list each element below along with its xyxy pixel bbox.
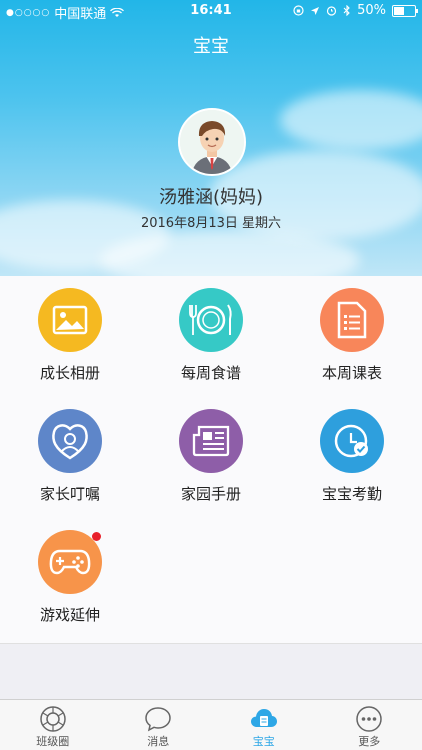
plate-utensils-icon <box>189 304 232 335</box>
clock-check-icon <box>334 424 368 458</box>
battery-percent: 50% <box>357 3 386 18</box>
tab-bar: 班级圈 消息 宝宝 更多 <box>0 699 422 750</box>
location-arrow-icon <box>311 6 320 15</box>
grid-item-home-school-handbook[interactable]: 家园手册 <box>141 397 281 517</box>
tab-baby[interactable]: 宝宝 <box>211 700 317 750</box>
grid-icon-bg <box>38 288 102 352</box>
grid-item-game-extension[interactable]: 游戏延伸 <box>0 518 140 638</box>
grid-item-label: 家园手册 <box>180 485 241 503</box>
tab-more[interactable]: 更多 <box>317 700 422 750</box>
grid-item-attendance[interactable]: 宝宝考勤 <box>282 397 422 517</box>
feature-grid: 成长相册 每周食谱 本周课表 家长叮嘱 家园手册 宝宝考勤 游戏延伸 <box>0 276 422 644</box>
grid-icon-bg <box>320 409 384 473</box>
orientation-lock-icon <box>293 5 304 16</box>
grid-item-label: 本周课表 <box>321 364 382 382</box>
newspaper-icon <box>192 425 230 457</box>
grid-item-label: 每周食谱 <box>180 364 241 382</box>
tab-messages[interactable]: 消息 <box>106 700 212 750</box>
gamepad-icon <box>49 549 91 575</box>
baby-cloud-icon <box>250 709 277 727</box>
grid-item-label: 家长叮嘱 <box>39 485 100 503</box>
grid-item-label: 宝宝考勤 <box>321 485 382 503</box>
battery-icon <box>392 4 418 17</box>
grid-item-weekly-menu[interactable]: 每周食谱 <box>141 276 281 396</box>
grid-item-growth-album[interactable]: 成长相册 <box>0 276 140 396</box>
avatar[interactable] <box>178 108 246 176</box>
screen: ●○○○○ 中国联通 16:41 50% 宝宝 汤雅涵(妈妈) 2016年8月1… <box>0 0 422 750</box>
heart-person-icon <box>52 424 88 460</box>
grid-icon-bg <box>179 288 243 352</box>
more-dots-icon <box>356 706 382 732</box>
grid-item-label: 游戏延伸 <box>39 606 100 624</box>
profile-header: ●○○○○ 中国联通 16:41 50% 宝宝 汤雅涵(妈妈) 2016年8月1… <box>0 0 422 276</box>
bluetooth-icon <box>343 5 350 16</box>
camera-aperture-icon <box>40 706 66 732</box>
notification-badge <box>92 532 101 541</box>
grid-item-parent-reminders[interactable]: 家长叮嘱 <box>0 397 140 517</box>
tab-label: 消息 <box>147 735 170 748</box>
user-name: 汤雅涵(妈妈) <box>158 187 264 208</box>
tab-label: 宝宝 <box>252 735 275 748</box>
battery-fill <box>394 6 404 15</box>
grid-item-label: 成长相册 <box>39 364 100 382</box>
grid-icon-bg <box>179 409 243 473</box>
current-date: 2016年8月13日 星期六 <box>140 216 282 231</box>
grid-icon-bg <box>320 288 384 352</box>
tab-class-circle[interactable]: 班级圈 <box>0 700 106 750</box>
grid-icon-bg <box>38 409 102 473</box>
tab-label: 班级圈 <box>36 735 70 748</box>
grid-item-weekly-schedule[interactable]: 本周课表 <box>282 276 422 396</box>
alarm-clock-icon <box>326 6 337 16</box>
status-bar: ●○○○○ 中国联通 16:41 50% <box>0 0 422 22</box>
document-list-icon <box>337 301 367 339</box>
photo-album-icon <box>52 305 88 335</box>
empty-background <box>0 644 422 700</box>
page-title: 宝宝 <box>193 36 229 57</box>
chat-bubble-icon <box>145 707 172 732</box>
tab-label: 更多 <box>358 735 381 748</box>
parent-avatar-icon <box>180 110 244 174</box>
